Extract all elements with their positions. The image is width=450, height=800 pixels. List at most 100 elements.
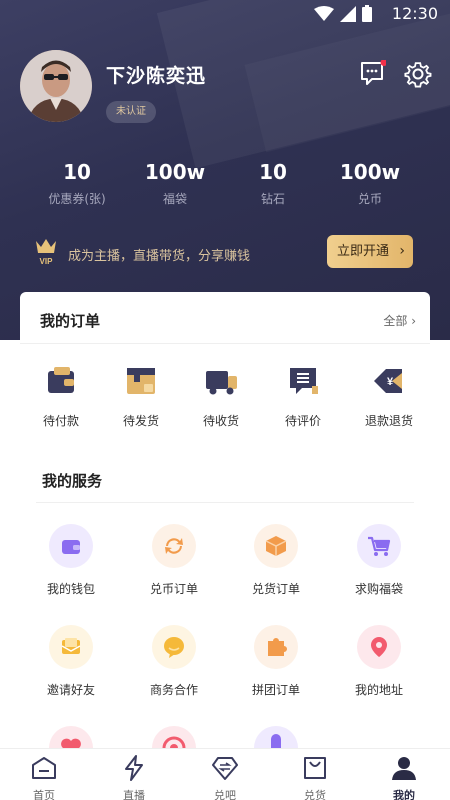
service-icon-bg xyxy=(49,524,93,568)
stat-coins[interactable]: 100w 兑币 xyxy=(320,160,420,207)
box-icon xyxy=(127,368,155,394)
service-goods-orders[interactable]: 兑货订单 xyxy=(226,524,326,597)
stat-label: 优惠券(张) xyxy=(48,192,106,206)
tab-live[interactable]: 直播 xyxy=(104,755,164,800)
stat-label: 钻石 xyxy=(260,192,285,206)
tab-label: 兑货 xyxy=(304,789,326,800)
vip-activate-button[interactable]: 立即开通 › xyxy=(327,235,413,268)
tab-home[interactable]: 首页 xyxy=(14,755,74,800)
svg-text:¥: ¥ xyxy=(387,376,394,388)
divider xyxy=(36,502,414,503)
service-icon-bg xyxy=(254,726,298,748)
view-all-label: 全部 xyxy=(383,314,408,328)
orders-header: 我的订单 全部 › xyxy=(20,292,430,344)
order-pending-shipment[interactable]: 待发货 xyxy=(101,364,181,429)
order-status-label: 退款退货 xyxy=(364,414,413,428)
diamond-icon xyxy=(212,757,238,780)
service-label: 求购福袋 xyxy=(354,582,403,596)
service-invite-friends[interactable]: 邀请好友 xyxy=(21,625,121,698)
wallet-icon xyxy=(48,367,74,393)
service-label: 拼团订单 xyxy=(251,683,300,697)
vip-crown-icon: VIP xyxy=(36,239,56,266)
tab-mine[interactable]: 我的 xyxy=(374,755,434,800)
order-pending-payment[interactable]: 待付款 xyxy=(21,364,101,429)
location-pin-icon xyxy=(371,637,387,657)
tab-goods[interactable]: 兑货 xyxy=(285,755,345,800)
shopping-bag-icon xyxy=(304,757,326,779)
service-my-wallet[interactable]: 我的钱包 xyxy=(21,524,121,597)
stat-label: 福袋 xyxy=(162,192,187,206)
stat-value: 100w xyxy=(144,160,206,184)
service-label: 兑货订单 xyxy=(251,582,300,596)
target-icon xyxy=(162,736,186,748)
stat-lucky-bags[interactable]: 100w 福袋 xyxy=(125,160,225,207)
signal-icon xyxy=(340,5,356,22)
service-label: 我的钱包 xyxy=(46,582,95,596)
profile-header: 12:30 下沙陈奕迅 未认证 10 优惠券(张) 100w 福袋 10 钻石 … xyxy=(0,0,450,340)
package-icon xyxy=(265,536,287,556)
tab-label: 直播 xyxy=(123,789,145,800)
service-label: 邀请好友 xyxy=(46,683,95,697)
message-icon[interactable] xyxy=(360,60,386,86)
lightning-icon xyxy=(125,755,143,781)
service-buy-lucky-bag[interactable]: 求购福袋 xyxy=(329,524,429,597)
orders-title: 我的订单 xyxy=(40,312,101,330)
service-label: 兑币订单 xyxy=(149,582,198,596)
user-icon xyxy=(392,757,416,780)
order-pending-review[interactable]: 待评价 xyxy=(263,364,343,429)
puzzle-icon xyxy=(268,638,287,656)
stat-coupons[interactable]: 10 优惠券(张) xyxy=(27,160,127,207)
service-icon-bg xyxy=(357,625,401,669)
review-icon xyxy=(290,368,318,394)
service-business-cooperation[interactable]: 商务合作 xyxy=(124,625,224,698)
heart-icon xyxy=(61,738,81,748)
status-time: 12:30 xyxy=(391,4,438,23)
vip-banner: VIP 成为主播，直播带货，分享赚钱 立即开通 › xyxy=(0,235,450,271)
bottom-tab-bar: 首页 直播 兑吧 兑货 我的 xyxy=(0,748,450,800)
service-icon-bg xyxy=(49,726,93,748)
service-icon-bg xyxy=(254,625,298,669)
stats-row: 10 优惠券(张) 100w 福袋 10 钻石 100w 兑币 xyxy=(0,160,450,216)
service-group-buy-orders[interactable]: 拼团订单 xyxy=(226,625,326,698)
tab-label: 首页 xyxy=(33,789,55,800)
order-status-label: 待收货 xyxy=(202,414,239,428)
tab-exchange[interactable]: 兑吧 xyxy=(195,755,255,800)
service-icon-bg xyxy=(357,524,401,568)
order-status-label: 待付款 xyxy=(42,414,79,428)
username: 下沙陈奕迅 xyxy=(106,65,207,87)
svg-text:VIP: VIP xyxy=(40,257,54,266)
service-icon-bg xyxy=(152,625,196,669)
truck-icon xyxy=(206,371,237,395)
vip-activate-label: 立即开通 xyxy=(337,244,390,259)
stat-value: 10 xyxy=(63,160,91,184)
chevron-right-icon: › xyxy=(411,314,416,328)
refresh-icon xyxy=(165,538,183,554)
refund-icon: ¥ xyxy=(374,369,402,393)
vip-promo-text: 成为主播，直播带货，分享赚钱 xyxy=(68,249,251,264)
verification-badge[interactable]: 未认证 xyxy=(106,101,156,123)
service-icon-bg xyxy=(152,524,196,568)
service-coin-orders[interactable]: 兑币订单 xyxy=(124,524,224,597)
status-bar: 12:30 xyxy=(0,0,450,26)
service-label: 我的地址 xyxy=(354,683,403,697)
stat-label: 兑币 xyxy=(357,192,382,206)
battery-icon xyxy=(362,5,372,22)
chevron-right-icon: › xyxy=(399,243,405,259)
stat-diamonds[interactable]: 10 钻石 xyxy=(223,160,323,207)
services-title: 我的服务 xyxy=(42,472,103,490)
order-pending-receipt[interactable]: 待收货 xyxy=(181,364,261,429)
wallet-icon xyxy=(62,540,80,554)
orders-view-all-link[interactable]: 全部 › xyxy=(383,312,416,329)
service-icon-bg xyxy=(254,524,298,568)
order-refund-return[interactable]: ¥ 退款退货 xyxy=(349,364,429,429)
order-status-label: 待评价 xyxy=(284,414,321,428)
status-icons xyxy=(314,5,372,22)
avatar-photo xyxy=(20,50,92,122)
gear-icon[interactable] xyxy=(404,60,432,88)
avatar[interactable] xyxy=(20,50,92,122)
chat-bubble-icon xyxy=(164,637,184,658)
service-row-partial xyxy=(0,724,450,748)
service-my-address[interactable]: 我的地址 xyxy=(329,625,429,698)
microphone-icon xyxy=(271,734,281,748)
tab-label: 兑吧 xyxy=(214,789,236,800)
